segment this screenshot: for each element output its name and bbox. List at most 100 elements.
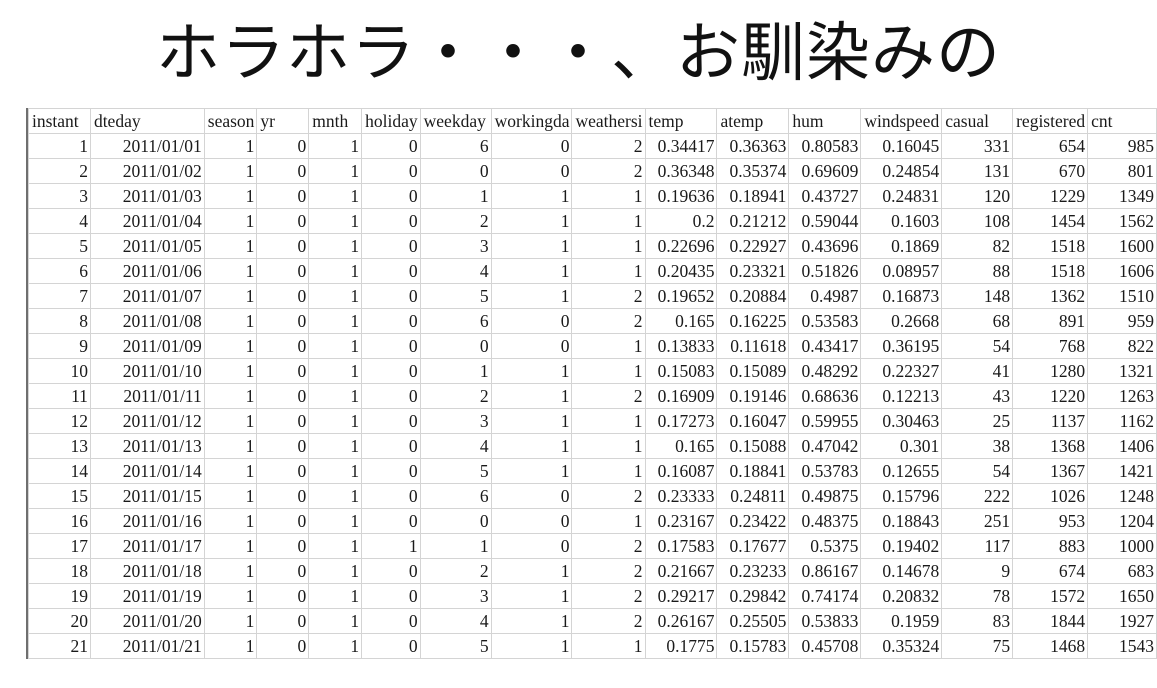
table-cell[interactable]: 2011/01/06 [89, 258, 205, 284]
table-cell[interactable]: 0 [256, 633, 310, 659]
table-cell[interactable]: 2011/01/21 [89, 633, 205, 659]
table-cell[interactable]: 0 [256, 608, 310, 634]
table-cell[interactable]: 0.21212 [716, 208, 790, 234]
table-cell[interactable]: 959 [1087, 308, 1157, 334]
table-cell[interactable]: 2011/01/09 [89, 333, 205, 359]
table-cell[interactable]: 1 [490, 208, 573, 234]
table-cell[interactable]: 670 [1012, 158, 1089, 184]
table-cell[interactable]: 1220 [1012, 383, 1089, 409]
table-cell[interactable]: 1 [203, 158, 258, 184]
table-cell[interactable]: 1 [203, 283, 258, 309]
table-cell[interactable]: 2 [571, 308, 646, 334]
table-cell[interactable]: 1 [203, 133, 258, 159]
table-cell[interactable]: 2011/01/19 [89, 583, 205, 609]
table-cell[interactable]: 0.23321 [716, 258, 790, 284]
table-cell[interactable]: 1 [308, 433, 363, 459]
column-header[interactable]: temp [644, 108, 718, 134]
table-cell[interactable]: 0.53583 [788, 308, 862, 334]
table-cell[interactable]: 0.17583 [644, 533, 718, 559]
table-cell[interactable]: 0 [361, 483, 421, 509]
column-header[interactable]: workingda [490, 108, 573, 134]
table-cell[interactable]: 5 [419, 283, 492, 309]
table-cell[interactable]: 222 [941, 483, 1014, 509]
table-cell[interactable]: 2 [571, 483, 646, 509]
table-cell[interactable]: 2 [419, 383, 492, 409]
table-cell[interactable]: 2 [571, 533, 646, 559]
table-cell[interactable]: 1 [308, 558, 363, 584]
table-cell[interactable]: 0 [256, 483, 310, 509]
table-cell[interactable]: 0.12655 [860, 458, 943, 484]
table-cell[interactable]: 2011/01/01 [89, 133, 205, 159]
column-header[interactable]: weekday [419, 108, 492, 134]
table-cell[interactable]: 0 [419, 158, 492, 184]
table-cell[interactable]: 0.48292 [788, 358, 862, 384]
table-cell[interactable]: 82 [941, 233, 1014, 259]
table-cell[interactable]: 1 [308, 133, 363, 159]
table-cell[interactable]: 1 [308, 208, 363, 234]
table-cell[interactable]: 1 [419, 533, 492, 559]
table-cell[interactable]: 1 [490, 433, 573, 459]
table-cell[interactable]: 1 [571, 208, 646, 234]
table-cell[interactable]: 15 [28, 483, 91, 509]
table-cell[interactable]: 1 [571, 358, 646, 384]
table-cell[interactable]: 0.17273 [644, 408, 718, 434]
table-cell[interactable]: 1 [308, 158, 363, 184]
table-cell[interactable]: 0.4987 [788, 283, 862, 309]
table-cell[interactable]: 0.08957 [860, 258, 943, 284]
table-cell[interactable]: 1 [490, 258, 573, 284]
table-cell[interactable]: 0 [256, 258, 310, 284]
table-cell[interactable]: 0.19402 [860, 533, 943, 559]
table-cell[interactable]: 0.1869 [860, 233, 943, 259]
table-cell[interactable]: 2011/01/14 [89, 458, 205, 484]
table-cell[interactable]: 1 [490, 283, 573, 309]
table-cell[interactable]: 2 [571, 133, 646, 159]
table-cell[interactable]: 1 [203, 358, 258, 384]
table-cell[interactable]: 0 [256, 433, 310, 459]
table-cell[interactable]: 0 [256, 458, 310, 484]
table-cell[interactable]: 1510 [1087, 283, 1157, 309]
table-cell[interactable]: 0.18841 [716, 458, 790, 484]
table-cell[interactable]: 0.19636 [644, 183, 718, 209]
table-cell[interactable]: 83 [941, 608, 1014, 634]
table-cell[interactable]: 18 [28, 558, 91, 584]
table-cell[interactable]: 654 [1012, 133, 1089, 159]
table-cell[interactable]: 14 [28, 458, 91, 484]
table-cell[interactable]: 0.14678 [860, 558, 943, 584]
table-cell[interactable]: 1 [490, 408, 573, 434]
table-cell[interactable]: 1 [490, 233, 573, 259]
column-header[interactable]: dteday [89, 108, 205, 134]
table-cell[interactable]: 6 [28, 258, 91, 284]
table-cell[interactable]: 0.86167 [788, 558, 862, 584]
table-cell[interactable]: 0.43696 [788, 233, 862, 259]
table-cell[interactable]: 0 [361, 333, 421, 359]
table-cell[interactable]: 38 [941, 433, 1014, 459]
table-cell[interactable]: 0 [256, 208, 310, 234]
table-cell[interactable]: 75 [941, 633, 1014, 659]
table-cell[interactable]: 1518 [1012, 233, 1089, 259]
table-cell[interactable]: 768 [1012, 333, 1089, 359]
table-cell[interactable]: 1280 [1012, 358, 1089, 384]
table-cell[interactable]: 1 [308, 633, 363, 659]
column-header[interactable]: yr [256, 108, 310, 134]
table-cell[interactable]: 0.47042 [788, 433, 862, 459]
table-cell[interactable]: 1 [203, 508, 258, 534]
table-cell[interactable]: 0.23333 [644, 483, 718, 509]
table-cell[interactable]: 0.45708 [788, 633, 862, 659]
table-cell[interactable]: 1 [203, 558, 258, 584]
table-cell[interactable]: 4 [419, 608, 492, 634]
table-cell[interactable]: 12 [28, 408, 91, 434]
table-cell[interactable]: 41 [941, 358, 1014, 384]
column-header[interactable]: instant [28, 108, 91, 134]
table-cell[interactable]: 2 [571, 558, 646, 584]
table-cell[interactable]: 120 [941, 183, 1014, 209]
table-cell[interactable]: 0.23167 [644, 508, 718, 534]
table-cell[interactable]: 2011/01/03 [89, 183, 205, 209]
table-cell[interactable]: 1204 [1087, 508, 1157, 534]
table-cell[interactable]: 1600 [1087, 233, 1157, 259]
table-cell[interactable]: 3 [28, 183, 91, 209]
table-cell[interactable]: 19 [28, 583, 91, 609]
table-cell[interactable]: 0.36363 [716, 133, 790, 159]
table-cell[interactable]: 54 [941, 458, 1014, 484]
table-cell[interactable]: 1 [203, 383, 258, 409]
table-cell[interactable]: 1468 [1012, 633, 1089, 659]
